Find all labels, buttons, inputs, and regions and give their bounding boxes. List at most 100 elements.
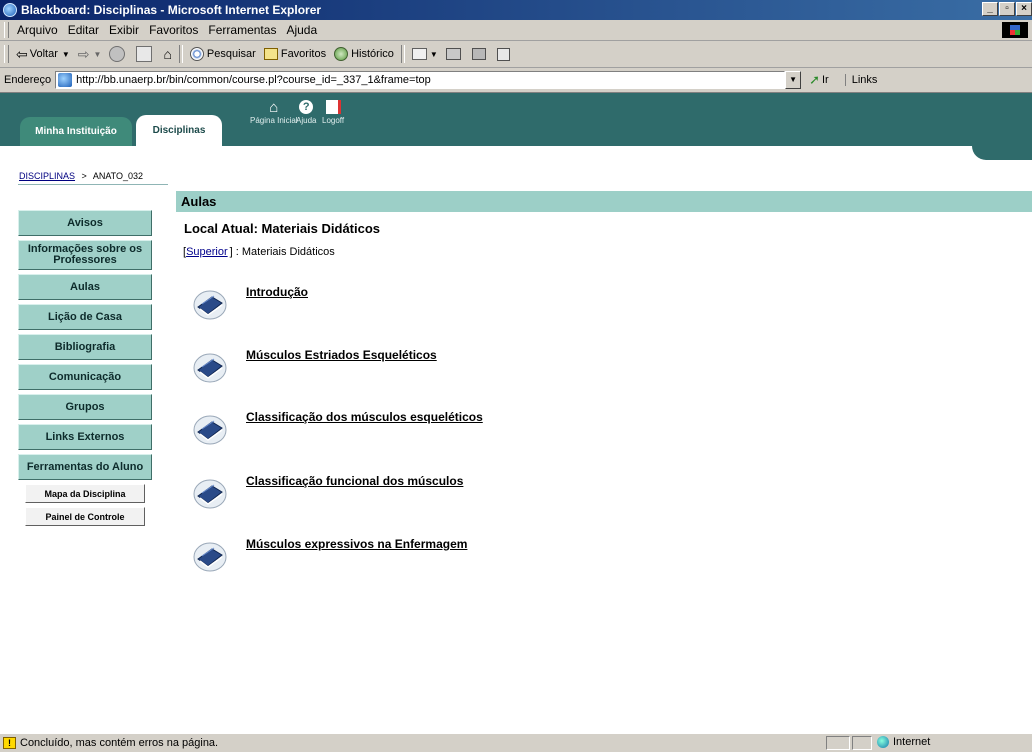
parent-folder-link[interactable]: Superior xyxy=(186,246,228,258)
warning-icon[interactable]: ! xyxy=(3,737,16,749)
refresh-button[interactable] xyxy=(132,43,159,65)
building-icon: ⌂ xyxy=(269,98,279,116)
content-link-nursing-muscles[interactable]: Músculos expressivos na Enfermagem xyxy=(246,537,467,551)
breadcrumb-courses-link[interactable]: DISCIPLINAS xyxy=(19,171,75,181)
header-corner-curve xyxy=(972,146,1032,160)
content-link-functional-classification[interactable]: Classificação funcional dos músculos xyxy=(246,474,463,488)
history-icon xyxy=(334,47,349,61)
back-label: Voltar xyxy=(29,48,58,60)
menu-file[interactable]: Arquivo xyxy=(12,23,63,37)
book-icon xyxy=(193,290,227,320)
blackboard-header: Minha Instituição Disciplinas ⌂ Página I… xyxy=(0,93,1032,146)
window-title-bar: Blackboard: Disciplinas - Microsoft Inte… xyxy=(0,0,1032,20)
back-button[interactable]: ⇦ Voltar ▼ xyxy=(12,43,74,65)
content-link-muscle-classification[interactable]: Classificação dos músculos esqueléticos xyxy=(246,410,483,424)
edit-button[interactable] xyxy=(468,43,493,65)
favorites-icon xyxy=(263,48,278,60)
menu-view[interactable]: Exibir xyxy=(104,23,144,37)
book-icon xyxy=(193,353,227,383)
nav-student-tools[interactable]: Ferramentas do Aluno xyxy=(18,454,152,480)
nav-course-documents[interactable]: Aulas xyxy=(18,274,152,300)
status-message: Concluído, mas contém erros na página. xyxy=(20,737,219,749)
menu-favorites[interactable]: Favoritos xyxy=(144,23,203,37)
toolbar-separator xyxy=(178,45,183,63)
nav-assignments[interactable]: Lição de Casa xyxy=(18,304,152,330)
refresh-icon xyxy=(136,46,153,62)
folder-path-rest: ] : Materiais Didáticos xyxy=(229,246,335,258)
question-icon: ? xyxy=(297,98,315,116)
help-button[interactable]: ? Ajuda xyxy=(296,98,316,125)
logoff-label: Logoff xyxy=(322,116,345,125)
close-button[interactable]: × xyxy=(1016,2,1032,16)
stop-icon xyxy=(109,46,126,62)
globe-icon xyxy=(877,736,889,748)
toolbar-separator xyxy=(400,45,405,63)
address-url: http://bb.unaerp.br/bin/common/course.pl… xyxy=(76,74,431,86)
windows-logo-icon xyxy=(1002,22,1028,38)
standard-toolbar: ⇦ Voltar ▼ ⇨ ▼ ⌂ Pesquisar Favoritos His… xyxy=(0,41,1032,68)
tab-my-institution[interactable]: Minha Instituição xyxy=(20,117,132,146)
breadcrumb-divider xyxy=(18,184,168,185)
logoff-button[interactable]: Logoff xyxy=(322,98,344,125)
tab-courses[interactable]: Disciplinas xyxy=(136,115,222,146)
internet-explorer-icon xyxy=(3,3,17,17)
breadcrumb-current: ANATO_032 xyxy=(92,171,144,181)
nav-books[interactable]: Bibliografia xyxy=(18,334,152,360)
discuss-button[interactable] xyxy=(493,43,517,65)
breadcrumb-separator: > xyxy=(81,171,87,181)
nav-external-links[interactable]: Links Externos xyxy=(18,424,152,450)
favorites-label: Favoritos xyxy=(280,48,327,60)
print-button[interactable] xyxy=(442,43,468,65)
favorites-button[interactable]: Favoritos xyxy=(260,43,330,65)
stop-button[interactable] xyxy=(105,43,132,65)
window-controls: _ ▫ × xyxy=(981,2,1032,16)
mail-button[interactable]: ▼ xyxy=(408,43,442,65)
search-button[interactable]: Pesquisar xyxy=(186,43,260,65)
breadcrumb: DISCIPLINAS > ANATO_032 xyxy=(19,171,143,181)
address-label: Endereço xyxy=(4,74,52,86)
nav-announcements[interactable]: Avisos xyxy=(18,210,152,236)
go-button[interactable]: ➚ Ir xyxy=(809,72,829,88)
menu-edit[interactable]: Editar xyxy=(63,23,104,37)
go-arrow-icon: ➚ xyxy=(809,72,820,87)
status-panel xyxy=(852,736,872,750)
history-label: Histórico xyxy=(351,48,394,60)
course-map-button[interactable]: Mapa da Disciplina xyxy=(25,484,145,503)
home-button[interactable]: ⌂ xyxy=(159,43,175,65)
search-label: Pesquisar xyxy=(206,48,256,60)
back-arrow-icon: ⇦ xyxy=(16,45,28,62)
nav-groups[interactable]: Grupos xyxy=(18,394,152,420)
mail-icon xyxy=(411,48,427,60)
list-item: Músculos expressivos na Enfermagem xyxy=(176,537,467,573)
help-label: Ajuda xyxy=(296,116,317,125)
security-zone: Internet xyxy=(877,736,930,748)
maximize-button[interactable]: ▫ xyxy=(999,2,1015,16)
nav-staff-information[interactable]: Informações sobre os Professores xyxy=(18,240,152,270)
edit-icon xyxy=(471,48,486,60)
history-button[interactable]: Histórico xyxy=(330,43,398,65)
content-link-skeletal-muscles[interactable]: Músculos Estriados Esqueléticos xyxy=(246,348,437,362)
content-link-introduction[interactable]: Introdução xyxy=(246,285,308,299)
nav-communication[interactable]: Comunicação xyxy=(18,364,152,390)
list-item: Músculos Estriados Esqueléticos xyxy=(176,348,437,384)
minimize-button[interactable]: _ xyxy=(982,2,998,16)
links-toolbar[interactable]: Links xyxy=(844,74,877,86)
forward-arrow-icon: ⇨ xyxy=(77,45,90,62)
search-icon xyxy=(189,47,204,61)
book-icon xyxy=(193,415,227,445)
address-input[interactable]: http://bb.unaerp.br/bin/common/course.pl… xyxy=(55,71,786,89)
toolbar-grip xyxy=(4,22,9,38)
address-dropdown-button[interactable]: ▼ xyxy=(785,71,802,89)
status-panel xyxy=(826,736,850,750)
go-label: Ir xyxy=(822,74,829,86)
section-header: Aulas xyxy=(176,191,1032,212)
forward-button[interactable]: ⇨ ▼ xyxy=(74,43,106,65)
address-bar: Endereço http://bb.unaerp.br/bin/common/… xyxy=(0,68,1032,93)
chevron-down-icon: ▼ xyxy=(429,49,438,59)
home-page-button[interactable]: ⌂ Página Inicial xyxy=(250,98,298,126)
main-content: Aulas Local Atual: Materiais Didáticos [… xyxy=(176,191,1032,258)
course-menu: Avisos Informações sobre os Professores … xyxy=(18,210,152,530)
menu-tools[interactable]: Ferramentas xyxy=(203,23,281,37)
control-panel-button[interactable]: Painel de Controle xyxy=(25,507,145,526)
menu-help[interactable]: Ajuda xyxy=(281,23,322,37)
